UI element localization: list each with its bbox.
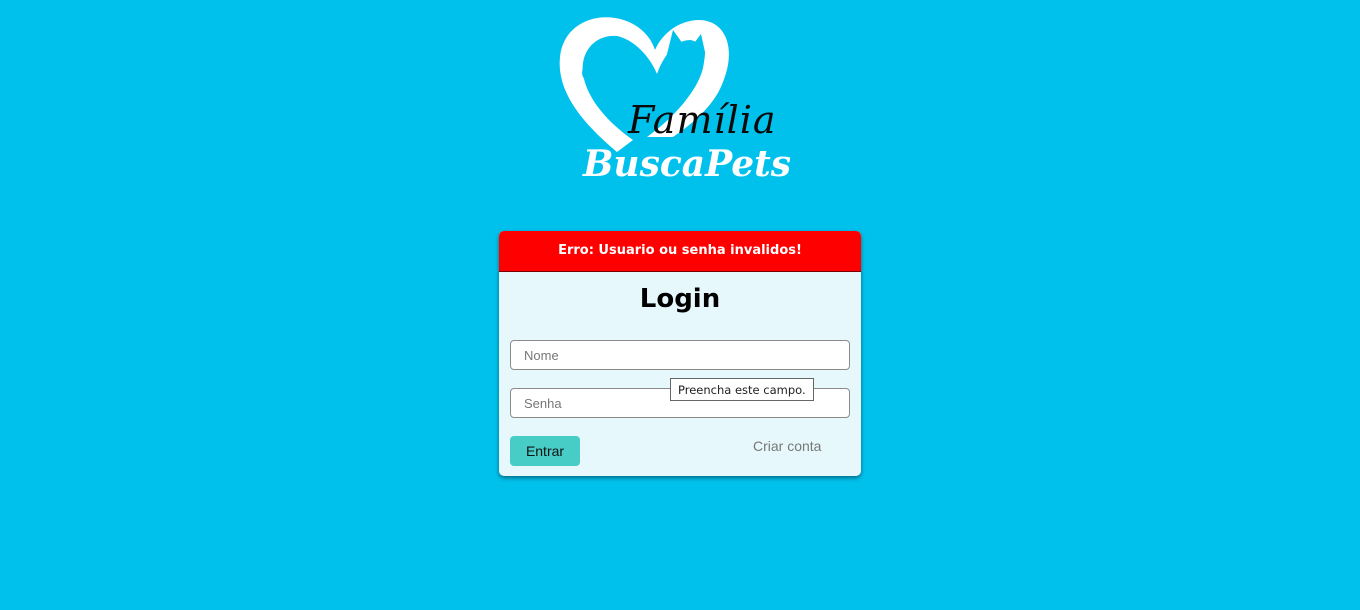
name-input[interactable]	[510, 340, 850, 370]
login-card: Erro: Usuario ou senha invalidos! Login …	[499, 231, 861, 476]
error-banner: Erro: Usuario ou senha invalidos!	[499, 231, 861, 272]
page-title: Login	[639, 284, 721, 314]
create-account-link[interactable]: Criar conta	[753, 438, 821, 454]
logo-text-familia: Família	[628, 98, 777, 142]
login-button[interactable]: Entrar	[510, 436, 580, 466]
validation-tooltip: Preencha este campo.	[670, 378, 814, 401]
logo-text-buscapets: BuscaPets	[583, 143, 792, 185]
